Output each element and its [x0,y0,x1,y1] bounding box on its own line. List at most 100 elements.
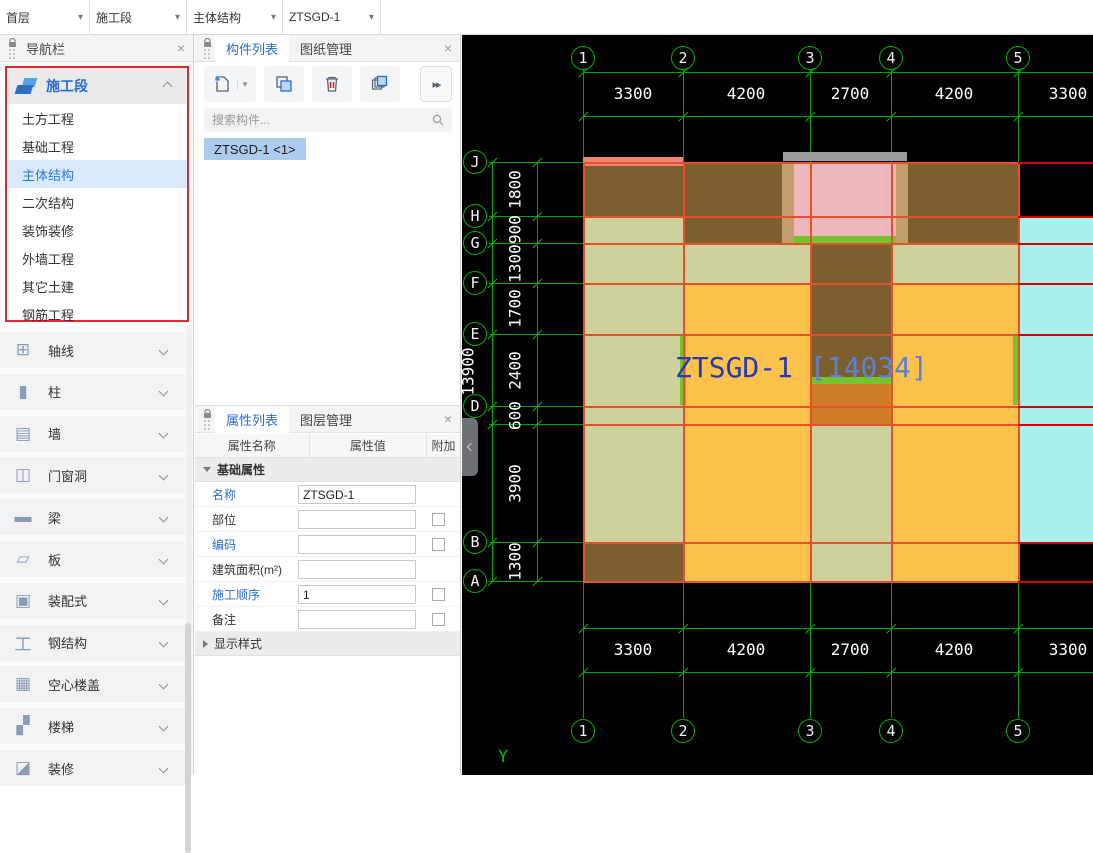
nav-item-其它土建[interactable]: 其它土建 [7,272,187,300]
section-select[interactable]: 施工段▾ [90,0,187,34]
panel-collapse-handle[interactable] [462,418,478,476]
extra-checkbox[interactable] [432,613,445,626]
cad-block-olive[interactable] [583,243,810,283]
category-柱[interactable]: ▮柱 [0,374,185,410]
category-轴线[interactable]: ⊞轴线 [0,332,185,368]
cad-block-brown[interactable] [583,542,683,581]
construction-section-header[interactable]: 施工段 [7,68,187,104]
chevron-down-icon[interactable] [159,638,169,648]
delete-button[interactable] [312,66,352,102]
tab-构件列表[interactable]: 构件列表 [215,35,289,62]
chevron-up-icon[interactable] [163,81,173,91]
category-楼梯[interactable]: ▞楼梯 [0,708,185,744]
property-value-input[interactable] [298,585,416,604]
cad-block-cyan[interactable] [1018,216,1093,243]
chevron-down-icon[interactable] [159,679,169,689]
chevron-down-icon[interactable] [159,345,169,355]
cad-block-orange[interactable] [683,406,810,424]
group-basic-properties[interactable]: 基础属性 [195,458,460,482]
cad-viewport[interactable]: 1122334455JHGFEDBA3300420027004200330033… [462,35,1093,775]
cad-block-olive[interactable] [583,424,683,542]
structure-select[interactable]: 主体结构▾ [187,0,283,34]
cad-block-olive[interactable] [583,334,683,406]
caret-down-icon[interactable]: ▾ [237,79,248,90]
new-component-button[interactable]: ▾ [204,66,256,102]
properties-panel-close-icon[interactable]: × [444,411,452,427]
cad-block-cyan[interactable] [1018,424,1093,542]
cad-block-orange[interactable] [891,406,1018,424]
cad-block-olive[interactable] [891,243,1018,283]
cad-block-olive[interactable] [583,406,683,424]
cad-block-tan[interactable] [782,162,794,243]
cad-block-brown[interactable] [583,166,683,216]
cad-block-cyan[interactable] [1018,243,1093,283]
tab-图纸管理[interactable]: 图纸管理 [289,35,363,62]
cad-block-darkorange[interactable] [810,406,891,424]
chevron-down-icon[interactable] [159,763,169,773]
tab-属性列表[interactable]: 属性列表 [215,406,289,433]
cad-block-tan[interactable] [896,162,908,243]
chevron-down-icon[interactable] [159,387,169,397]
nav-item-钢筋工程[interactable]: 钢筋工程 [7,300,187,328]
property-value-input[interactable] [298,510,416,529]
cad-block-orange[interactable] [683,283,810,334]
property-label[interactable]: 施工顺序 [212,582,260,607]
property-value-input[interactable] [298,485,416,504]
property-value-input[interactable] [298,535,416,554]
cad-block-olive[interactable] [810,424,891,542]
extra-checkbox[interactable] [432,588,445,601]
cad-block-orange[interactable] [683,424,810,542]
property-value-input[interactable] [298,560,416,579]
cad-block-cyan[interactable] [1018,283,1093,334]
category-装配式[interactable]: ▣装配式 [0,583,185,619]
nav-item-基础工程[interactable]: 基础工程 [7,132,187,160]
cad-block-orange[interactable] [891,424,1018,542]
copy-button[interactable] [264,66,304,102]
cad-block-brown[interactable] [810,243,891,283]
category-钢结构[interactable]: 工钢结构 [0,625,185,661]
property-value-input[interactable] [298,610,416,629]
cad-block-olive[interactable] [810,542,891,581]
cad-block-cyan[interactable] [1018,406,1093,424]
extra-checkbox[interactable] [432,513,445,526]
cad-block-orange[interactable] [891,542,1018,581]
tab-图层管理[interactable]: 图层管理 [289,406,363,433]
category-门窗洞[interactable]: ◫门窗洞 [0,457,185,493]
cad-block-olive[interactable] [583,216,683,243]
nav-close-icon[interactable]: × [177,40,185,56]
cad-block-brown[interactable] [810,283,891,334]
cad-block-olive[interactable] [583,283,683,334]
group-display-style[interactable]: 显示样式 [195,632,460,656]
floor-select[interactable]: 首层▾ [0,0,90,34]
category-空心楼盖[interactable]: ▦空心楼盖 [0,666,185,702]
category-墙[interactable]: ▤墙 [0,416,185,452]
cad-block-orange[interactable] [891,283,1018,334]
category-板[interactable]: ▱板 [0,541,185,577]
nav-item-外墙工程[interactable]: 外墙工程 [7,244,187,272]
cad-block-orange[interactable] [683,542,810,581]
property-label[interactable]: 编码 [212,532,236,557]
chevron-down-icon[interactable] [159,554,169,564]
property-label[interactable]: 名称 [212,482,236,507]
search-input[interactable] [212,113,432,127]
nav-scrollbar[interactable] [186,327,192,774]
category-装修[interactable]: ◪装修 [0,750,185,786]
nav-item-主体结构[interactable]: 主体结构 [7,160,187,188]
cad-block-gray[interactable] [783,152,907,161]
nav-item-装饰装修[interactable]: 装饰装修 [7,216,187,244]
chevron-down-icon[interactable] [159,470,169,480]
chevron-down-icon[interactable] [159,429,169,439]
duplicate-button[interactable] [360,66,400,102]
cad-block-cyan[interactable] [1018,334,1093,406]
category-梁[interactable]: ▬梁 [0,499,185,535]
chevron-down-icon[interactable] [159,512,169,522]
component-select[interactable]: ZTSGD-1▾ [283,0,381,34]
chevron-down-icon[interactable] [159,596,169,606]
component-search[interactable] [204,108,452,132]
component-list-item[interactable]: ZTSGD-1 <1> [204,138,306,160]
cad-block-darkorange[interactable] [810,384,891,406]
nav-item-土方工程[interactable]: 土方工程 [7,104,187,132]
nav-item-二次结构[interactable]: 二次结构 [7,188,187,216]
extra-checkbox[interactable] [432,538,445,551]
chevron-down-icon[interactable] [159,721,169,731]
